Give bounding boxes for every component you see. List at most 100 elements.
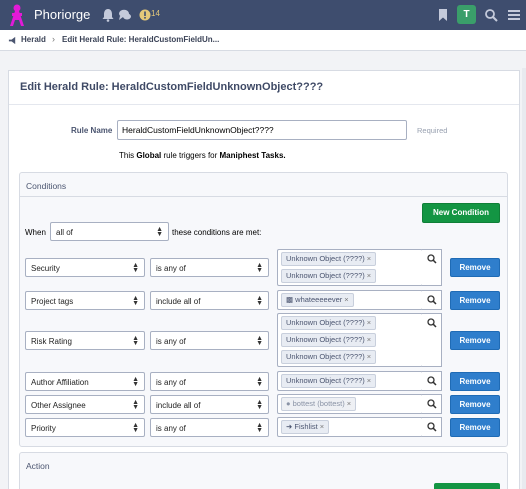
- condition-value-tokenizer[interactable]: ● bottest (bottest) ×: [277, 394, 423, 414]
- select-caret-icon: ▲ ▼: [256, 262, 263, 274]
- value-token[interactable]: Unknown Object (????) ×: [281, 269, 377, 283]
- condition-field-select[interactable]: Other Assignee ▲ ▼: [25, 395, 145, 414]
- divider: [9, 104, 519, 105]
- notification-count[interactable]: 14: [151, 9, 160, 18]
- breadcrumb-separator-icon: ›: [52, 34, 55, 44]
- select-caret-icon: ▲ ▼: [256, 295, 263, 307]
- remove-token-icon[interactable]: ×: [367, 271, 371, 280]
- select-caret-icon: ▲ ▼: [156, 226, 163, 238]
- rule-name-input[interactable]: [117, 120, 407, 140]
- remove-token-icon[interactable]: ×: [320, 422, 324, 431]
- value-token[interactable]: Unknown Object (????) ×: [281, 333, 377, 347]
- condition-operator-select[interactable]: is any of ▲ ▼: [150, 372, 269, 391]
- value-token[interactable]: ● bottest (bottest) ×: [281, 397, 357, 411]
- browse-button[interactable]: [422, 249, 442, 286]
- condition-field-select[interactable]: Security ▲ ▼: [25, 258, 145, 277]
- search-icon: [427, 254, 437, 264]
- alert-icon[interactable]: [138, 8, 152, 22]
- browse-button[interactable]: [422, 394, 442, 414]
- phorge-logo-icon[interactable]: [8, 2, 26, 28]
- select-caret-icon: ▲ ▼: [256, 422, 263, 434]
- value-token[interactable]: Unknown Object (????) ×: [281, 316, 377, 330]
- menu-icon[interactable]: [507, 8, 521, 22]
- condition-operator-select[interactable]: include all of ▲ ▼: [150, 395, 269, 414]
- condition-value-tokenizer[interactable]: Unknown Object (????) ×: [277, 371, 423, 391]
- select-caret-icon: ▲ ▼: [256, 335, 263, 347]
- browse-button[interactable]: [422, 371, 442, 391]
- conditions-header: Conditions: [20, 173, 507, 197]
- search-icon[interactable]: [484, 8, 498, 22]
- user-avatar[interactable]: T: [457, 5, 476, 24]
- remove-condition-button[interactable]: Remove: [450, 372, 500, 391]
- scrollbar[interactable]: [522, 68, 526, 489]
- browse-button[interactable]: [422, 290, 442, 310]
- value-token[interactable]: Unknown Object (????) ×: [281, 252, 377, 266]
- remove-condition-button[interactable]: Remove: [450, 418, 500, 437]
- megaphone-icon: [8, 36, 16, 45]
- select-caret-icon: ▲ ▼: [132, 295, 139, 307]
- remove-token-icon[interactable]: ×: [344, 295, 348, 304]
- search-icon: [427, 318, 437, 328]
- select-caret-icon: ▲ ▼: [256, 399, 263, 411]
- briefcase-icon: ▩: [286, 295, 296, 304]
- remove-token-icon[interactable]: ×: [367, 352, 371, 361]
- page-title: Edit Herald Rule: HeraldCustomFieldUnkno…: [20, 81, 324, 93]
- select-caret-icon: ▲ ▼: [132, 399, 139, 411]
- condition-value-tokenizer[interactable]: Unknown Object (????) × Unknown Object (??…: [277, 249, 423, 286]
- conditions-title: Conditions: [26, 181, 67, 191]
- condition-value-tokenizer[interactable]: ▩ whateeeeever ×: [277, 290, 423, 310]
- remove-token-icon[interactable]: ×: [367, 318, 371, 327]
- condition-field-select[interactable]: Author Affiliation ▲ ▼: [25, 372, 145, 391]
- condition-field-select[interactable]: Priority ▲ ▼: [25, 418, 145, 437]
- bookmark-icon[interactable]: [436, 8, 450, 22]
- bell-icon[interactable]: [101, 8, 115, 22]
- action-title: Action: [26, 461, 50, 471]
- remove-token-icon[interactable]: ×: [367, 376, 371, 385]
- value-token[interactable]: ▩ whateeeeever ×: [281, 293, 354, 307]
- value-token[interactable]: Unknown Object (????) ×: [281, 374, 377, 388]
- select-caret-icon: ▲ ▼: [132, 376, 139, 388]
- top-bar: Phoriorge 14 T: [0, 0, 526, 30]
- select-caret-icon: ▲ ▼: [132, 422, 139, 434]
- app-name[interactable]: Phoriorge: [34, 7, 90, 22]
- new-condition-button[interactable]: New Condition: [422, 203, 500, 223]
- match-mode-select[interactable]: all of ▲ ▼: [50, 222, 169, 241]
- value-token[interactable]: ➜ Fishlist ×: [281, 420, 330, 434]
- remove-condition-button[interactable]: Remove: [450, 291, 500, 310]
- value-token[interactable]: Unknown Object (????) ×: [281, 350, 377, 364]
- condition-operator-select[interactable]: is any of ▲ ▼: [150, 258, 269, 277]
- breadcrumb-current: Edit Herald Rule: HeraldCustomFieldUn...: [62, 35, 220, 44]
- condition-operator-select[interactable]: is any of ▲ ▼: [150, 331, 269, 350]
- condition-field-select[interactable]: Risk Rating ▲ ▼: [25, 331, 145, 350]
- chat-icon[interactable]: [118, 8, 132, 22]
- condition-value-tokenizer[interactable]: ➜ Fishlist ×: [277, 417, 423, 437]
- condition-operator-select[interactable]: include all of ▲ ▼: [150, 291, 269, 310]
- search-icon: [427, 295, 437, 305]
- remove-token-icon[interactable]: ×: [367, 254, 371, 263]
- user-icon: ●: [286, 399, 293, 408]
- search-icon: [427, 422, 437, 432]
- rule-name-label: Rule Name: [71, 126, 113, 135]
- when-label: When: [25, 228, 46, 237]
- rule-scope-text: This Global rule triggers for Maniphest …: [119, 151, 286, 160]
- remove-token-icon[interactable]: ×: [367, 335, 371, 344]
- conditions-met-label: these conditions are met:: [172, 228, 262, 237]
- select-caret-icon: ▲ ▼: [132, 262, 139, 274]
- browse-button[interactable]: [422, 313, 442, 367]
- required-label: Required: [417, 126, 448, 135]
- condition-operator-select[interactable]: is any of ▲ ▼: [150, 418, 269, 437]
- select-caret-icon: ▲ ▼: [256, 376, 263, 388]
- search-icon: [427, 399, 437, 409]
- condition-value-tokenizer[interactable]: Unknown Object (????) × Unknown Object (??…: [277, 313, 423, 367]
- remove-condition-button[interactable]: Remove: [450, 258, 500, 277]
- breadcrumb-herald[interactable]: Herald: [21, 35, 46, 44]
- remove-condition-button[interactable]: Remove: [450, 395, 500, 414]
- new-action-button[interactable]: [434, 483, 500, 489]
- breadcrumb: Herald › Edit Herald Rule: HeraldCustomF…: [0, 30, 526, 51]
- browse-button[interactable]: [422, 417, 442, 437]
- remove-token-icon[interactable]: ×: [347, 399, 351, 408]
- condition-field-select[interactable]: Project tags ▲ ▼: [25, 291, 145, 310]
- search-icon: [427, 376, 437, 386]
- remove-condition-button[interactable]: Remove: [450, 331, 500, 350]
- select-caret-icon: ▲ ▼: [132, 335, 139, 347]
